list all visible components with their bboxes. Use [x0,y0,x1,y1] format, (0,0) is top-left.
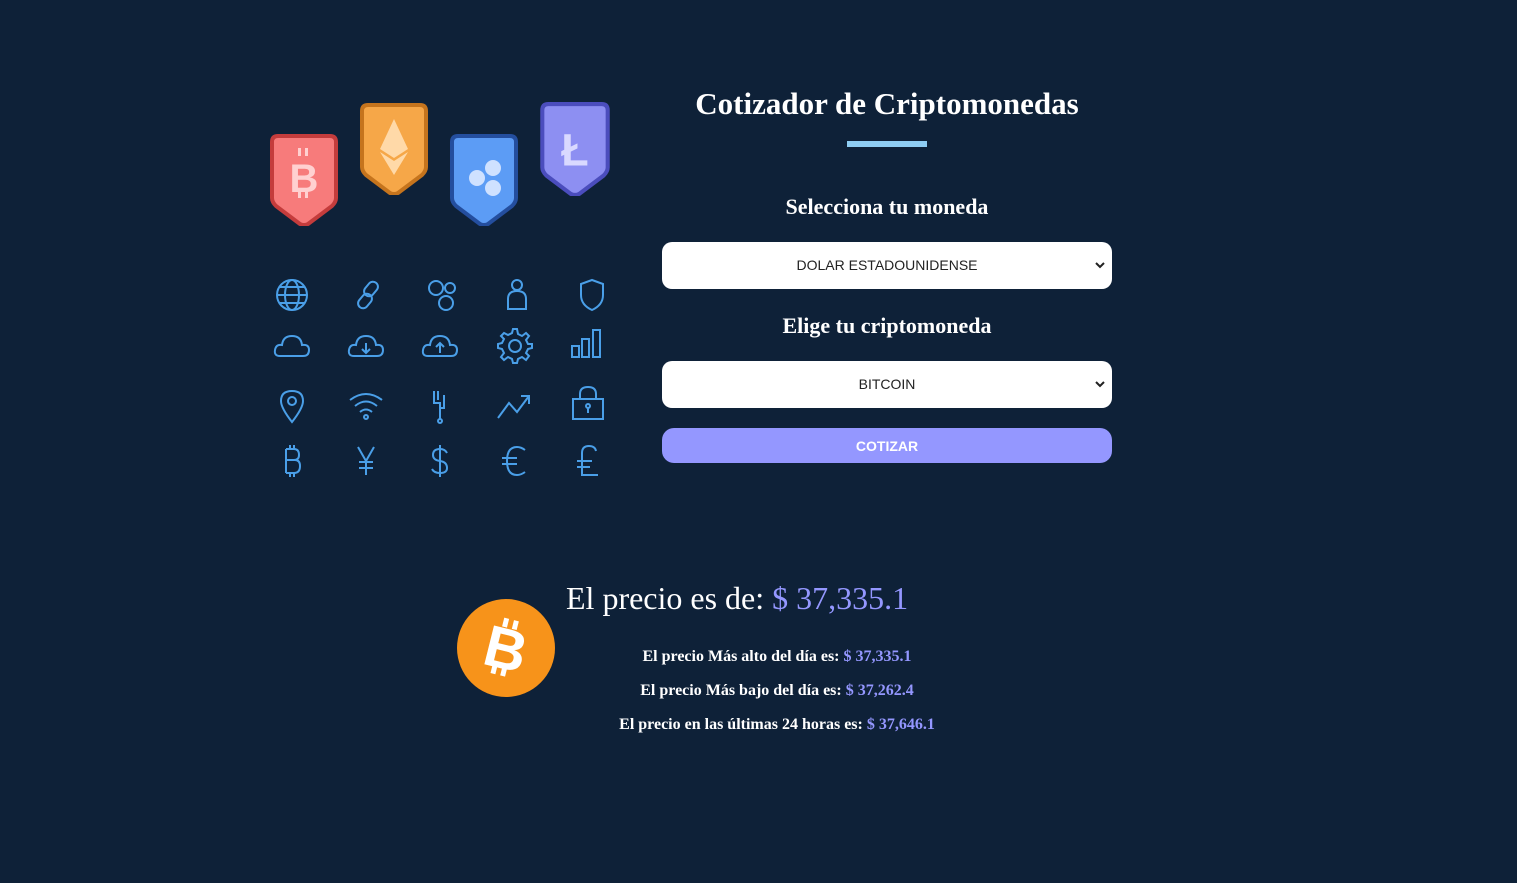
dollar-icon [420,441,460,481]
crypto-label: Elige tu criptomoneda [782,313,992,338]
wifi-icon [346,386,386,426]
current-price: El precio es de: $ 37,335.1 [566,580,908,616]
chevron-down-icon [1095,381,1105,388]
last24-price-label: El precio en las últimas 24 horas es: [619,716,863,733]
euro-icon [495,441,535,481]
shield-icon [572,275,612,315]
low-price-label: El precio Más bajo del día es: [640,682,842,699]
crypto-illustration: B Ł [262,96,622,496]
plug-icon [420,386,460,426]
nodes-icon [422,275,462,315]
low-price: El precio Más bajo del día es: $ 37,262.… [517,681,1037,701]
cloud-upload-icon [420,326,460,366]
cloud-icon [272,326,312,366]
gear-icon [495,326,535,366]
price-value: $ 37,335.1 [772,580,909,616]
location-pin-icon [272,386,312,426]
bar-chart-icon [568,324,608,364]
result-panel: B El precio es de: $ 37,335.1 El precio … [457,574,1057,754]
quote-form: Cotizador de Criptomonedas Selecciona tu… [662,80,1112,463]
high-price-label: El precio Más alto del día es: [642,648,840,665]
low-price-value: $ 37,262.4 [845,682,914,699]
quote-button[interactable]: COTIZAR [662,428,1112,463]
currency-label: Selecciona tu moneda [785,194,989,219]
crypto-select-value: BITCOIN [858,376,916,392]
trend-up-icon [495,386,535,426]
price-label: El precio es de: [566,580,765,616]
svg-text:B: B [290,157,319,201]
cloud-download-icon [346,326,386,366]
ripple-badge-icon [450,134,518,226]
ethereum-badge-icon [360,103,428,195]
lock-icon [568,384,608,424]
currency-select[interactable]: DOLAR ESTADOUNIDENSE [662,242,1112,289]
chevron-down-icon [1095,262,1105,269]
yen-icon [346,441,386,481]
crypto-select[interactable]: BITCOIN [662,361,1112,408]
currency-select-value: DOLAR ESTADOUNIDENSE [796,257,978,273]
user-icon [497,275,537,315]
litecoin-badge-icon: Ł [540,102,610,196]
high-price-value: $ 37,335.1 [843,648,912,665]
page-title: Cotizador de Criptomonedas [695,86,1079,121]
globe-icon [272,275,312,315]
title-underline [847,141,927,147]
link-icon [348,275,388,315]
pound-icon [568,441,608,481]
last24-price: El precio en las últimas 24 horas es: $ … [517,715,1037,735]
last24-price-value: $ 37,646.1 [866,716,935,733]
bitcoin-badge-icon: B [270,134,338,226]
bitcoin-icon [272,441,312,481]
high-price: El precio Más alto del día es: $ 37,335.… [517,647,1037,667]
svg-text:Ł: Ł [561,124,588,175]
